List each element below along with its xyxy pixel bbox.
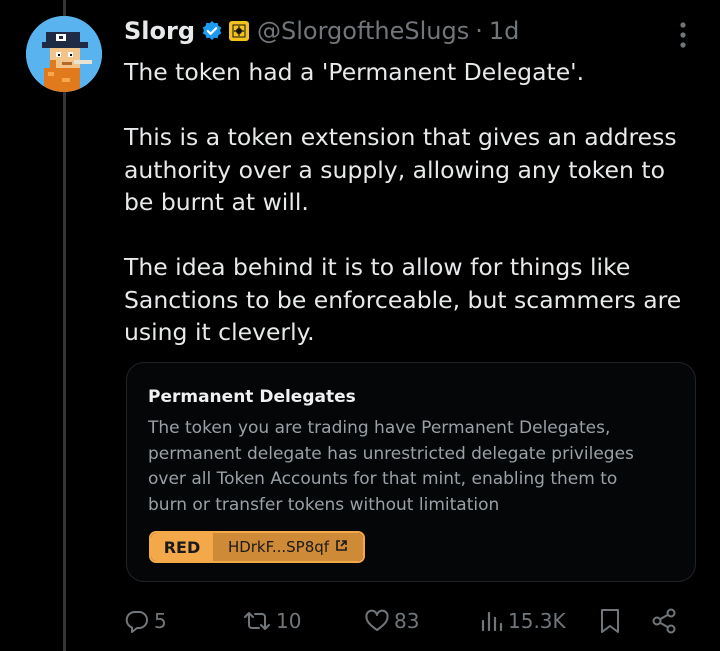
- like-count: 83: [394, 609, 420, 633]
- affiliate-badge-icon[interactable]: [229, 21, 250, 41]
- timestamp[interactable]: 1d: [489, 17, 520, 45]
- views-chart-icon: [480, 608, 504, 634]
- reply-button[interactable]: 5: [124, 604, 167, 638]
- share-icon: [650, 607, 678, 635]
- tweet-paragraph: The idea behind it is to allow for thing…: [124, 253, 682, 346]
- repost-icon: [242, 608, 272, 634]
- card-description: The token you are trading have Permanent…: [148, 418, 634, 515]
- address-text: HDrkF...SP8qf: [227, 538, 330, 556]
- verified-badge-icon: [201, 20, 223, 42]
- bookmark-icon: [598, 607, 622, 635]
- more-vertical-icon[interactable]: [680, 22, 686, 48]
- reply-icon: [124, 608, 150, 634]
- share-button[interactable]: [650, 604, 678, 638]
- embedded-image-card[interactable]: Permanent Delegates The token you are tr…: [126, 362, 696, 582]
- separator-dot: ·: [475, 17, 483, 45]
- user-handle[interactable]: @SlorgoftheSlugs: [257, 17, 469, 45]
- card-title: Permanent Delegates: [148, 387, 356, 407]
- avatar-image: [26, 16, 102, 92]
- views-count: 15.3K: [508, 609, 566, 633]
- reply-count: 5: [154, 609, 167, 633]
- tweet-page: Slorg @SlorgoftheSlugs · 1d The token ha…: [0, 0, 720, 651]
- address-link: HDrkF...SP8qf: [213, 533, 363, 561]
- risk-level: RED: [151, 533, 213, 561]
- repost-button[interactable]: 10: [242, 604, 301, 638]
- tweet-text: The token had a 'Permanent Delegate'. Th…: [124, 56, 694, 349]
- display-name[interactable]: Slorg: [124, 17, 195, 45]
- tweet-header: Slorg @SlorgoftheSlugs · 1d: [124, 14, 690, 48]
- views-button[interactable]: 15.3K: [480, 604, 566, 638]
- avatar[interactable]: [26, 16, 102, 92]
- tweet-paragraph: This is a token extension that gives an …: [124, 123, 677, 216]
- like-button[interactable]: 83: [364, 604, 419, 638]
- repost-count: 10: [276, 609, 302, 633]
- external-link-icon: [335, 538, 348, 556]
- action-bar: 5 10 83 15.3K: [124, 604, 684, 638]
- bookmark-button[interactable]: [598, 604, 622, 638]
- tweet-paragraph: The token had a 'Permanent Delegate'.: [124, 58, 585, 86]
- thread-line: [63, 0, 66, 651]
- risk-tag: RED HDrkF...SP8qf: [149, 531, 365, 563]
- heart-icon: [364, 608, 390, 634]
